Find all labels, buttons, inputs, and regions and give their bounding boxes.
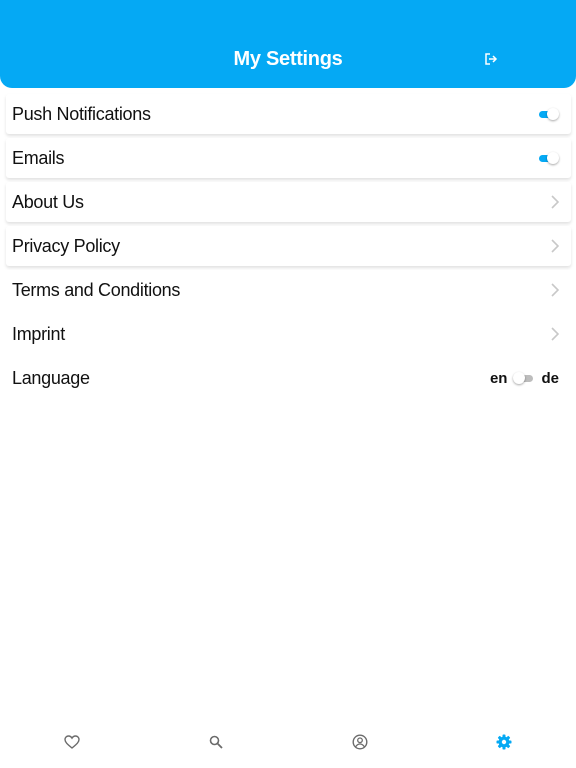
chevron-right-icon	[551, 239, 559, 253]
nav-favorites[interactable]	[0, 716, 144, 768]
setting-label: Language	[12, 367, 90, 388]
settings-list: Push Notifications Emails About Us Priva…	[0, 94, 576, 402]
nav-search[interactable]	[144, 716, 288, 768]
chevron-right-icon	[551, 283, 559, 297]
setting-about-us[interactable]: About Us	[6, 182, 571, 222]
push-notifications-toggle[interactable]	[537, 108, 559, 120]
account-circle-icon	[352, 734, 368, 750]
setting-imprint[interactable]: Imprint	[6, 314, 571, 354]
setting-label: Push Notifications	[12, 103, 151, 124]
app-header: My Settings	[0, 0, 576, 88]
setting-label: Privacy Policy	[12, 235, 120, 256]
setting-language: Language en de	[6, 358, 571, 398]
chevron-right-icon	[551, 327, 559, 341]
setting-terms-and-conditions[interactable]: Terms and Conditions	[6, 270, 571, 310]
language-option-en: en	[489, 369, 508, 387]
gear-icon	[496, 734, 512, 750]
setting-label: Imprint	[12, 323, 65, 344]
setting-privacy-policy[interactable]: Privacy Policy	[6, 226, 571, 266]
logout-button[interactable]	[482, 51, 500, 67]
setting-label: Emails	[12, 147, 65, 168]
setting-label: About Us	[12, 191, 84, 212]
language-toggle[interactable]	[513, 372, 535, 384]
setting-emails: Emails	[6, 138, 571, 178]
setting-label: Terms and Conditions	[12, 279, 181, 300]
heart-icon	[64, 735, 80, 749]
language-option-de: de	[541, 369, 559, 387]
nav-settings[interactable]	[432, 716, 576, 768]
search-icon	[209, 735, 223, 749]
chevron-right-icon	[551, 195, 559, 209]
emails-toggle[interactable]	[537, 152, 559, 164]
nav-profile[interactable]	[288, 716, 432, 768]
setting-push-notifications: Push Notifications	[6, 94, 571, 134]
logout-icon	[485, 53, 498, 65]
bottom-navigation	[0, 716, 576, 768]
